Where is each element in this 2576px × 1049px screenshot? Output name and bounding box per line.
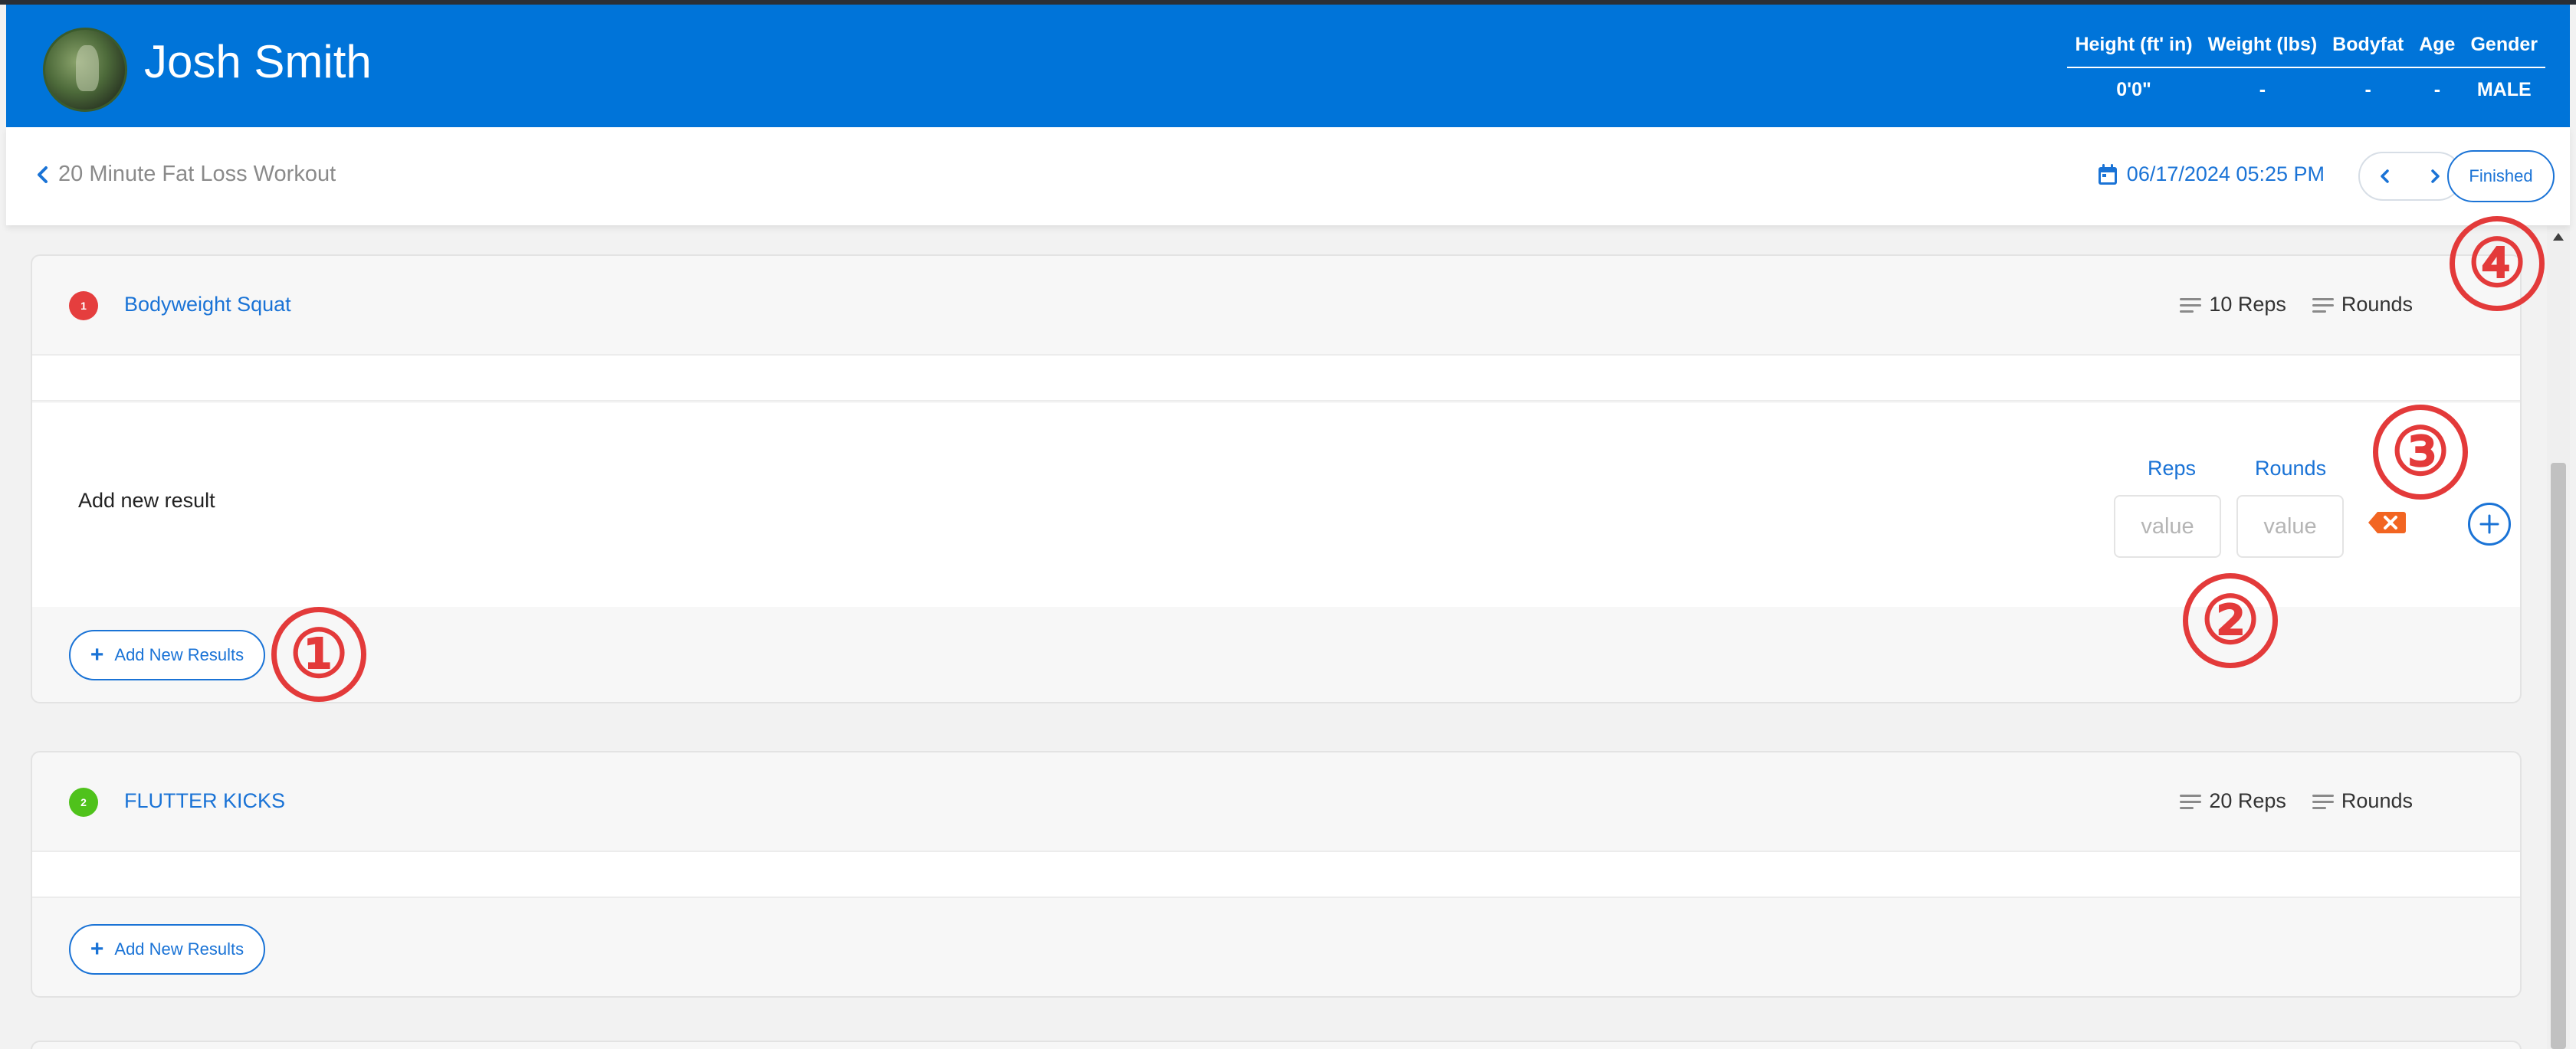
- add-new-results-label: Add New Results: [114, 939, 244, 959]
- stat-value-age: -: [2433, 79, 2441, 100]
- chevron-left-icon[interactable]: [29, 161, 57, 188]
- exercise-name[interactable]: Bodyweight Squat: [124, 293, 291, 316]
- workout-bar: 20 Minute Fat Loss Workout 06/17/2024 05…: [6, 127, 2570, 225]
- lines-icon: [2180, 297, 2202, 313]
- annotation-2: ②: [2183, 573, 2278, 668]
- stat-header-bodyfat: Bodyfat: [2332, 34, 2404, 55]
- exercise-number-badge: 1: [69, 291, 98, 320]
- exercise-header: 2 FLUTTER KICKS 20 Reps Rounds: [32, 752, 2520, 851]
- reps-meta: 10 Reps: [2180, 293, 2286, 316]
- chevron-left-icon: [2381, 169, 2389, 183]
- reps-field-label: Reps: [2148, 457, 2197, 480]
- annotation-1: ①: [271, 607, 366, 702]
- add-new-results-label: Add New Results: [114, 645, 244, 664]
- lines-icon: [2180, 793, 2202, 810]
- exercise-name[interactable]: FLUTTER KICKS: [124, 789, 285, 813]
- stat-value-height: 0'0": [2116, 79, 2151, 100]
- reps-meta: 20 Reps: [2180, 789, 2286, 813]
- rounds-value-input[interactable]: [2236, 495, 2344, 558]
- stat-value-bodyfat: -: [2364, 79, 2371, 100]
- scrollbar-thumb[interactable]: [2551, 463, 2566, 1049]
- stat-header-weight: Weight (lbs): [2207, 34, 2318, 55]
- reps-meta-label: 20 Reps: [2209, 789, 2286, 812]
- plus-icon: +: [90, 642, 104, 667]
- stat-header-age: Age: [2419, 34, 2456, 55]
- date-text: 06/17/2024 05:25 PM: [2126, 162, 2325, 185]
- exercise-meta: 10 Reps Rounds: [2180, 293, 2413, 316]
- rounds-meta-label: Rounds: [2341, 789, 2413, 812]
- chevron-right-icon: [2431, 169, 2440, 183]
- add-result-label: Add new result: [78, 489, 215, 512]
- lines-icon: [2312, 793, 2334, 810]
- exercise-card-3: [31, 1041, 2522, 1049]
- user-name: Josh Smith: [144, 36, 372, 87]
- profile-header: Josh Smith Height (ft' in) Weight (lbs) …: [6, 5, 2570, 127]
- add-result-row: Add new result Reps Rounds: [32, 403, 2520, 607]
- reps-value-input[interactable]: [2114, 495, 2221, 558]
- stat-header-height: Height (ft' in): [2075, 34, 2193, 55]
- workout-date[interactable]: 06/17/2024 05:25 PM: [2098, 162, 2325, 186]
- prev-date-button[interactable]: [2358, 152, 2412, 201]
- delete-result-icon[interactable]: [2367, 510, 2407, 535]
- results-separator: [32, 851, 2520, 898]
- stats-table: Height (ft' in) Weight (lbs) Bodyfat Age…: [2067, 25, 2545, 107]
- add-new-results-button[interactable]: + Add New Results: [69, 924, 265, 975]
- annotation-3: ③: [2373, 405, 2468, 500]
- stat-value-gender: MALE: [2476, 79, 2532, 100]
- add-new-results-button[interactable]: + Add New Results: [69, 630, 265, 680]
- scrollbar[interactable]: [2547, 225, 2570, 1049]
- calendar-icon: [2098, 163, 2118, 185]
- avatar[interactable]: [43, 28, 127, 112]
- exercise-number-badge: 2: [69, 788, 98, 817]
- exercise-card-1: 1 Bodyweight Squat 10 Reps Rounds Add ne…: [31, 254, 2522, 703]
- finished-button[interactable]: Finished: [2447, 150, 2555, 202]
- rounds-meta-label: Rounds: [2341, 293, 2413, 316]
- add-result-plus-icon[interactable]: [2468, 503, 2511, 546]
- results-separator: [32, 354, 2520, 402]
- rounds-meta: Rounds: [2312, 293, 2413, 316]
- rounds-field-label: Rounds: [2255, 457, 2327, 480]
- plus-icon: +: [90, 936, 104, 962]
- lines-icon: [2312, 297, 2334, 313]
- reps-meta-label: 10 Reps: [2209, 293, 2286, 316]
- exercise-header: 1 Bodyweight Squat 10 Reps Rounds: [32, 256, 2520, 354]
- scroll-up-arrow-icon[interactable]: [2553, 233, 2564, 241]
- annotation-4: ④: [2450, 216, 2545, 311]
- profile-stats: Height (ft' in) Weight (lbs) Bodyfat Age…: [2067, 25, 2545, 107]
- stat-header-gender: Gender: [2470, 34, 2538, 55]
- stat-value-weight: -: [2259, 79, 2266, 100]
- rounds-meta: Rounds: [2312, 789, 2413, 813]
- exercise-meta: 20 Reps Rounds: [2180, 789, 2413, 813]
- workout-title[interactable]: 20 Minute Fat Loss Workout: [58, 162, 336, 187]
- exercise-card-2: 2 FLUTTER KICKS 20 Reps Rounds + Add New…: [31, 751, 2522, 998]
